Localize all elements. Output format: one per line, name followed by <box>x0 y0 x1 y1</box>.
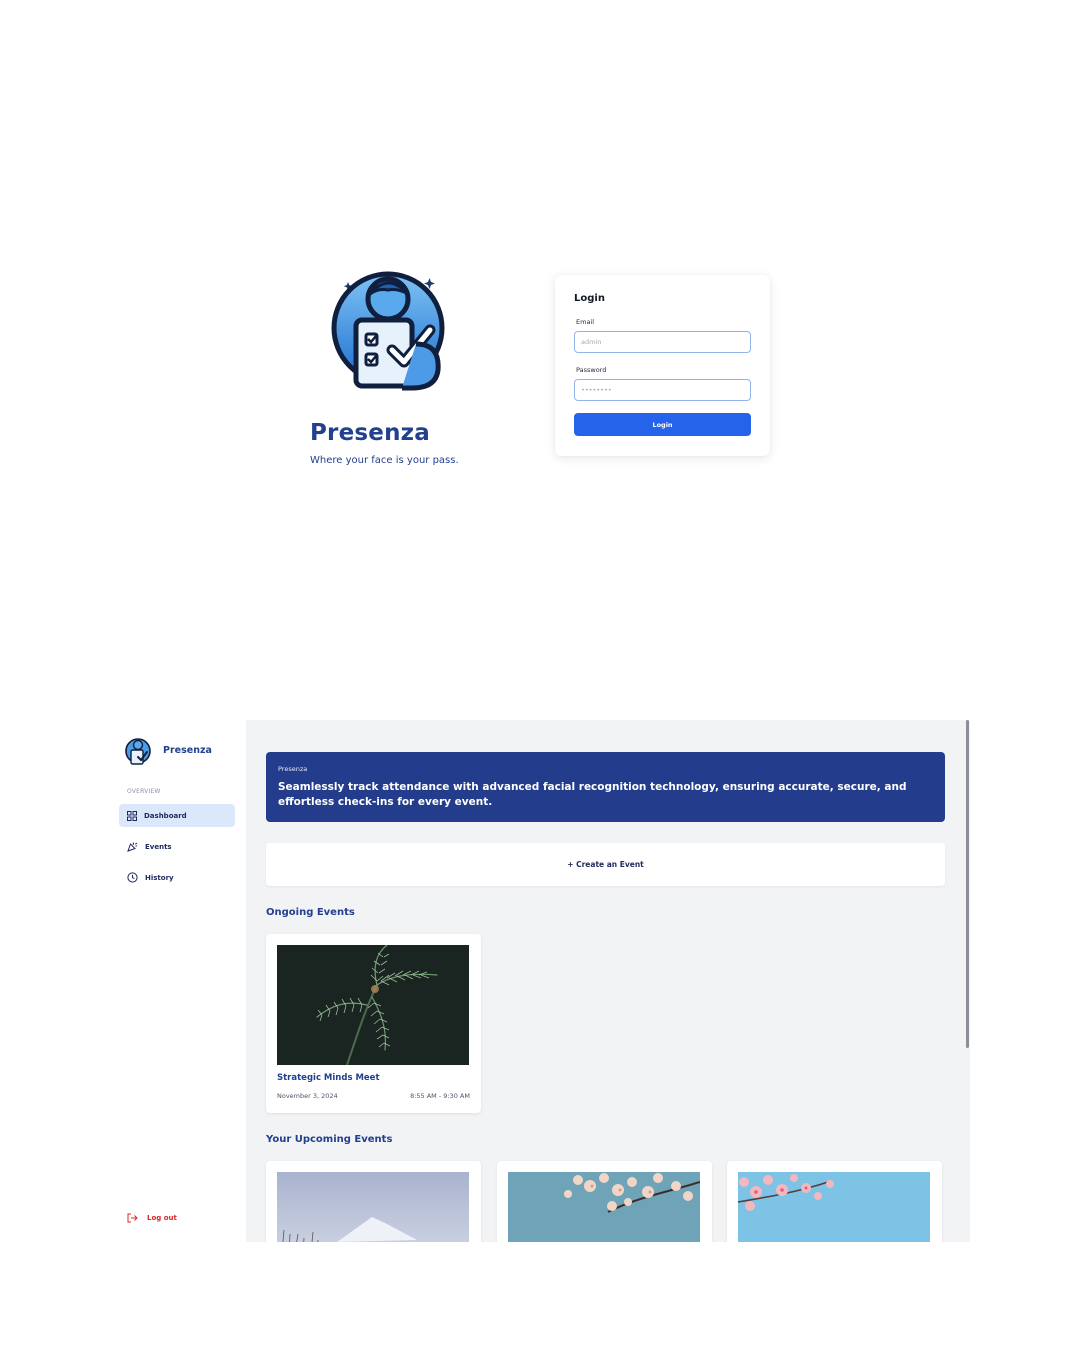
presenza-logo-icon <box>125 738 151 765</box>
sidebar-section-label: OVERVIEW <box>127 788 161 795</box>
logout-icon <box>127 1213 138 1223</box>
login-card: Login Email Password Login <box>555 275 770 456</box>
login-screen: Presenza Where your face is your pass. L… <box>0 0 1080 700</box>
sidebar-item-history[interactable]: History <box>119 866 235 889</box>
grid-icon <box>127 810 137 821</box>
dashboard-window: Presenza OVERVIEW Dashboard Events Histo… <box>115 720 970 1242</box>
party-popper-icon <box>127 842 138 852</box>
login-heading: Login <box>574 293 605 304</box>
sidebar-item-label: Events <box>145 842 172 851</box>
password-field[interactable] <box>574 379 751 401</box>
scrollbar-thumb[interactable] <box>966 720 969 1048</box>
clock-icon <box>127 872 138 883</box>
logout-label: Log out <box>147 1214 177 1222</box>
hero-text: Seamlessly track attendance with advance… <box>278 781 907 808</box>
event-image <box>277 1172 469 1242</box>
sidebar-item-label: History <box>145 873 174 882</box>
password-label: Password <box>576 366 607 374</box>
sidebar-item-dashboard[interactable]: Dashboard <box>119 804 235 827</box>
presenza-logo-icon <box>331 271 445 391</box>
event-card[interactable] <box>266 1161 481 1242</box>
ongoing-events-title: Ongoing Events <box>266 907 355 918</box>
event-time: 8:55 AM - 9:30 AM <box>410 1092 470 1100</box>
event-image <box>508 1172 700 1242</box>
upcoming-events-title: Your Upcoming Events <box>266 1134 393 1145</box>
sidebar-item-events[interactable]: Events <box>119 835 235 858</box>
event-card[interactable] <box>497 1161 712 1242</box>
hero-banner: Presenza Seamlessly track attendance wit… <box>266 752 945 822</box>
brand-tagline: Where your face is your pass. <box>310 455 459 466</box>
event-image <box>277 945 469 1065</box>
create-event-button[interactable]: + Create an Event <box>266 843 945 886</box>
sidebar-brand: Presenza <box>163 745 212 756</box>
logout-button[interactable]: Log out <box>127 1213 177 1223</box>
event-date: November 3, 2024 <box>277 1092 338 1100</box>
email-label: Email <box>576 318 595 326</box>
event-image <box>738 1172 930 1242</box>
event-card[interactable]: Strategic Minds Meet November 3, 2024 8:… <box>266 934 481 1113</box>
sidebar-item-label: Dashboard <box>144 811 187 820</box>
brand-title: Presenza <box>310 420 430 446</box>
sidebar: Presenza OVERVIEW Dashboard Events Histo… <box>115 720 246 1242</box>
main-content: Presenza Seamlessly track attendance wit… <box>246 720 965 1242</box>
login-button[interactable]: Login <box>574 413 751 436</box>
event-name: Strategic Minds Meet <box>277 1073 380 1083</box>
hero-kicker: Presenza <box>278 765 308 773</box>
event-card[interactable] <box>727 1161 942 1242</box>
email-field[interactable] <box>574 331 751 353</box>
